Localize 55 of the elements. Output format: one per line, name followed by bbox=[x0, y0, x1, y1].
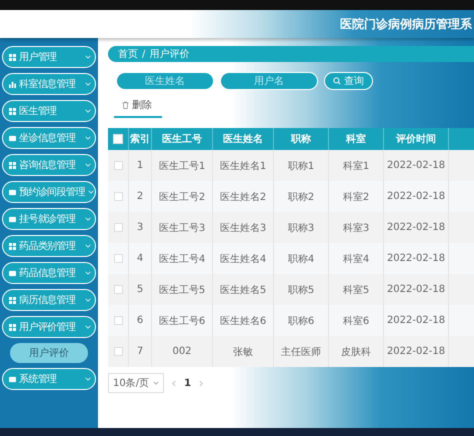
chevron-down-icon bbox=[85, 217, 91, 221]
menu-item[interactable]: 医生管理 bbox=[2, 100, 96, 122]
row-checkbox[interactable] bbox=[114, 316, 122, 325]
chevron-down-icon bbox=[85, 244, 91, 248]
bar-chart-icon bbox=[9, 80, 16, 88]
table-cell: 2022-02-18 bbox=[384, 336, 448, 367]
menu-item[interactable]: 用户评价管理 bbox=[2, 316, 96, 338]
menu-item[interactable]: 药品信息管理 bbox=[2, 262, 96, 284]
search-field[interactable]: 用户名 bbox=[220, 72, 318, 90]
menu-item[interactable]: 病历信息管理 bbox=[2, 289, 96, 311]
submenu-item[interactable]: 用户评价 bbox=[10, 343, 88, 363]
breadcrumb-separator: / bbox=[142, 48, 146, 60]
menu-item[interactable]: 挂号就诊管理 bbox=[2, 208, 96, 230]
menu-item[interactable]: 用户管理 bbox=[2, 46, 96, 68]
table-cell: 张敏 bbox=[212, 336, 274, 367]
chevron-down-icon bbox=[88, 190, 94, 194]
next-page-icon[interactable] bbox=[199, 380, 204, 386]
chevron-down-icon bbox=[85, 271, 91, 275]
search-icon bbox=[333, 77, 341, 85]
row-checkbox[interactable] bbox=[114, 346, 122, 356]
menu-item[interactable]: 科室信息管理 bbox=[2, 73, 96, 95]
table-cell: 皮肤科 bbox=[328, 336, 384, 367]
app-title: 医院门诊病例病历管理系 bbox=[340, 16, 472, 32]
chevron-down-icon bbox=[85, 298, 91, 302]
table-cell: 主任医师 bbox=[274, 336, 328, 367]
page-number[interactable]: 1 bbox=[184, 378, 192, 388]
delete-button[interactable]: 删除 bbox=[114, 98, 162, 118]
menu-item[interactable]: 坐诊信息管理 bbox=[2, 127, 96, 149]
row-checkbox[interactable] bbox=[114, 160, 122, 170]
select-all-checkbox[interactable] bbox=[113, 134, 123, 144]
chevron-down-icon bbox=[85, 325, 91, 329]
breadcrumb-link[interactable]: 首页 bbox=[118, 47, 138, 61]
search-button[interactable]: 查询 bbox=[324, 72, 373, 90]
menu-item[interactable]: 药品类别管理 bbox=[2, 235, 96, 257]
menu-item[interactable]: 预约诊间段管理 bbox=[2, 181, 96, 203]
menu-item[interactable]: 咨询信息管理 bbox=[2, 154, 96, 176]
search-field[interactable]: 医生姓名 bbox=[116, 72, 214, 90]
chevron-down-icon bbox=[153, 381, 160, 385]
row-checkbox[interactable] bbox=[114, 192, 122, 201]
breadcrumb-link[interactable]: 用户评价 bbox=[149, 47, 190, 61]
chevron-down-icon bbox=[85, 82, 91, 86]
previous-page-icon[interactable] bbox=[172, 380, 176, 386]
menu-item[interactable]: 系统管理 bbox=[2, 368, 96, 390]
chevron-down-icon bbox=[85, 377, 91, 381]
row-checkbox[interactable] bbox=[114, 254, 122, 263]
chevron-down-icon bbox=[85, 136, 91, 140]
row-checkbox[interactable] bbox=[114, 222, 122, 232]
table-cell: 7 bbox=[128, 336, 152, 367]
chevron-down-icon bbox=[85, 109, 91, 113]
chevron-down-icon bbox=[85, 55, 91, 59]
page-size-select[interactable]: 10条/页 bbox=[108, 373, 164, 393]
chevron-down-icon bbox=[85, 163, 91, 167]
trash-icon bbox=[122, 101, 129, 109]
table-cell: 002 bbox=[152, 336, 212, 367]
row-checkbox[interactable] bbox=[114, 284, 122, 294]
